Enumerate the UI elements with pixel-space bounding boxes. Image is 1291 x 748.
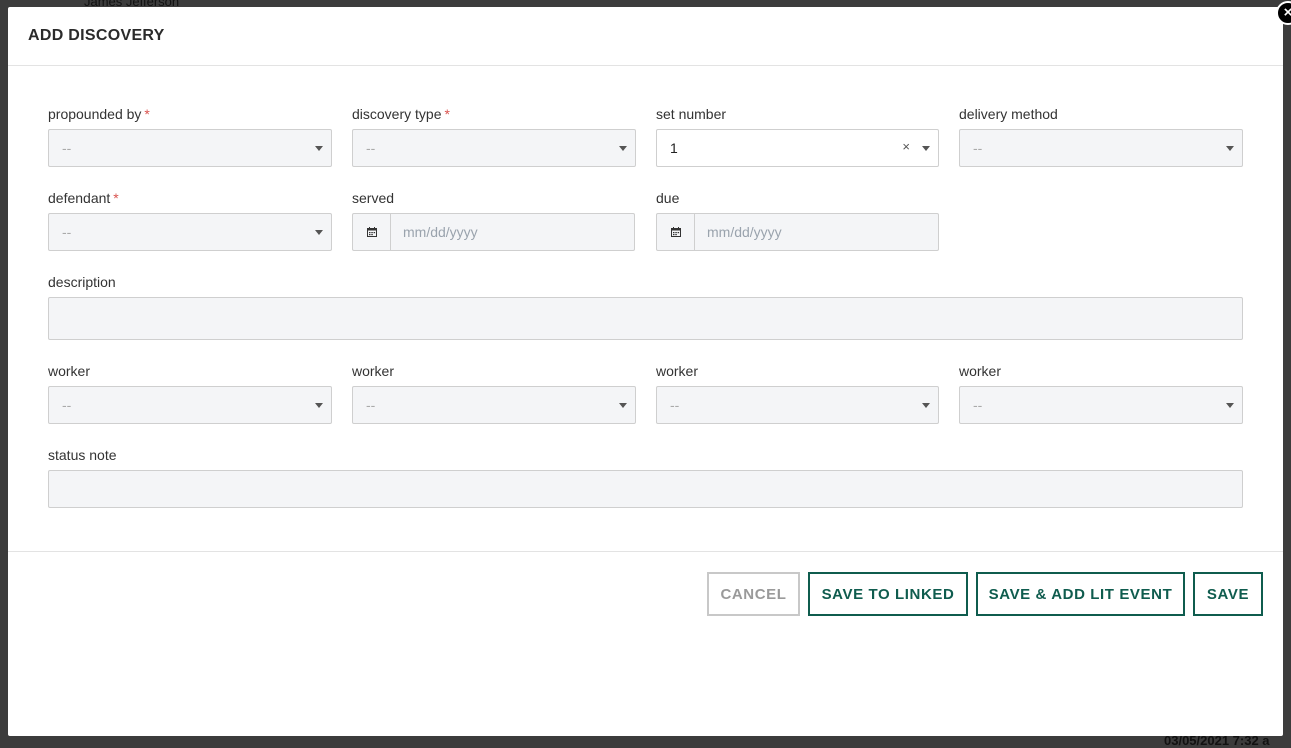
- worker-value: --: [973, 397, 983, 413]
- worker-label: worker: [48, 363, 91, 379]
- add-discovery-modal: × ADD DISCOVERY propounded by * -- discov…: [8, 1, 1291, 736]
- chevron-down-icon: [1226, 146, 1234, 151]
- set-number-field: set number 1 ×: [656, 106, 939, 167]
- worker-label: worker: [959, 363, 1002, 379]
- chevron-down-icon: [619, 403, 627, 408]
- served-date-input[interactable]: [391, 214, 634, 250]
- defendant-value: --: [62, 224, 72, 240]
- served-field: served: [352, 190, 635, 251]
- due-field: due: [656, 190, 939, 251]
- discovery-type-select[interactable]: --: [352, 129, 636, 167]
- save-button[interactable]: SAVE: [1193, 572, 1263, 616]
- propounded-by-field: propounded by * --: [48, 106, 332, 167]
- worker-select-3[interactable]: --: [656, 386, 939, 424]
- save-add-lit-event-button[interactable]: SAVE & ADD LIT EVENT: [976, 572, 1185, 616]
- worker-select-2[interactable]: --: [352, 386, 636, 424]
- worker-field-2: worker --: [352, 363, 636, 424]
- worker-select-4[interactable]: --: [959, 386, 1243, 424]
- chevron-down-icon: [1226, 403, 1234, 408]
- delivery-method-field: delivery method --: [959, 106, 1243, 167]
- set-number-label: set number: [656, 106, 727, 122]
- delivery-method-select[interactable]: --: [959, 129, 1243, 167]
- calendar-icon: [670, 227, 681, 237]
- required-mark: *: [444, 106, 450, 122]
- defendant-select[interactable]: --: [48, 213, 332, 251]
- chevron-down-icon: [619, 146, 627, 151]
- chevron-down-icon: [315, 403, 323, 408]
- modal-body: propounded by * -- discovery type * -- set…: [8, 66, 1283, 552]
- set-number-select[interactable]: 1 ×: [656, 129, 939, 167]
- calendar-icon: [366, 227, 377, 237]
- modal-footer: CANCEL SAVE TO LINKED SAVE & ADD LIT EVE…: [8, 552, 1283, 736]
- status-note-label: status note: [48, 447, 117, 463]
- chevron-down-icon: [922, 146, 930, 151]
- defendant-label: defendant: [48, 190, 111, 206]
- propounded-by-value: --: [62, 140, 72, 156]
- propounded-by-select[interactable]: --: [48, 129, 332, 167]
- save-to-linked-button[interactable]: SAVE TO LINKED: [808, 572, 968, 616]
- due-label: due: [656, 190, 680, 206]
- chevron-down-icon: [315, 146, 323, 151]
- served-label: served: [352, 190, 395, 206]
- status-note-field: status note: [48, 447, 1243, 508]
- status-note-input[interactable]: [48, 470, 1243, 508]
- chevron-down-icon: [922, 403, 930, 408]
- set-number-value: 1: [670, 140, 678, 156]
- due-date-input[interactable]: [695, 214, 938, 250]
- worker-label: worker: [352, 363, 395, 379]
- modal-header: ADD DISCOVERY: [8, 7, 1283, 66]
- description-label: description: [48, 274, 116, 290]
- delivery-method-value: --: [973, 140, 983, 156]
- served-calendar-button[interactable]: [353, 214, 391, 250]
- worker-field-3: worker --: [656, 363, 939, 424]
- worker-label: worker: [656, 363, 699, 379]
- cancel-button[interactable]: CANCEL: [707, 572, 800, 616]
- description-field: description: [48, 274, 1243, 340]
- worker-value: --: [366, 397, 376, 413]
- served-date-group: [352, 213, 635, 251]
- modal-title: ADD DISCOVERY: [28, 27, 165, 44]
- worker-value: --: [62, 397, 72, 413]
- due-calendar-button[interactable]: [657, 214, 695, 250]
- defendant-field: defendant * --: [48, 190, 332, 251]
- required-mark: *: [144, 106, 150, 122]
- worker-field-4: worker --: [959, 363, 1243, 424]
- worker-select-1[interactable]: --: [48, 386, 332, 424]
- delivery-method-label: delivery method: [959, 106, 1058, 122]
- discovery-type-field: discovery type * --: [352, 106, 636, 167]
- propounded-by-label: propounded by: [48, 106, 142, 122]
- description-input[interactable]: [48, 297, 1243, 340]
- due-date-group: [656, 213, 939, 251]
- chevron-down-icon: [315, 230, 323, 235]
- worker-field-1: worker --: [48, 363, 332, 424]
- required-mark: *: [113, 190, 119, 206]
- discovery-type-label: discovery type: [352, 106, 442, 122]
- clear-icon[interactable]: ×: [902, 139, 910, 154]
- worker-value: --: [670, 397, 680, 413]
- discovery-type-value: --: [366, 140, 376, 156]
